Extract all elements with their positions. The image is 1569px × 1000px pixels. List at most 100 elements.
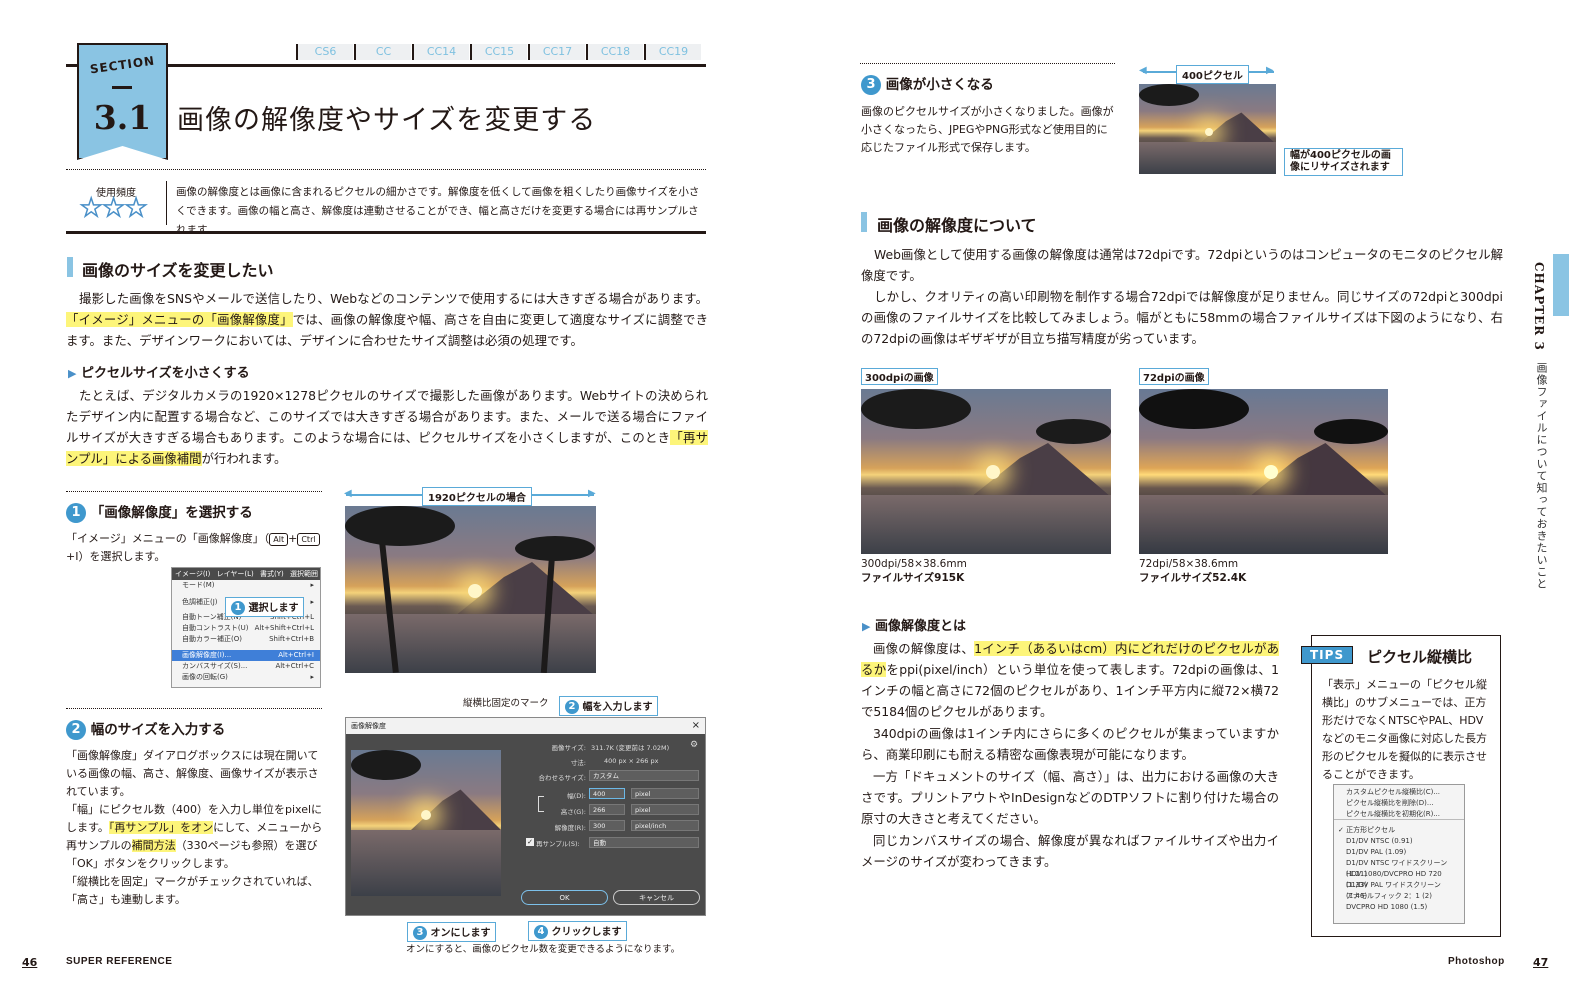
fit-to-select[interactable]: カスタム (589, 770, 699, 781)
heading-bar (861, 212, 867, 232)
row-label: 高さ(G): (560, 808, 586, 816)
menu-item: カンバスサイズ(S)... Alt+Ctrl+C (172, 661, 320, 672)
chapter-subtitle: 画像ファイルについて知っておきたいこと (1535, 362, 1548, 590)
callout-width: 2 幅を入力します (559, 696, 659, 716)
menu-item-shortcut: Alt+Shift+Ctrl+L (254, 624, 314, 632)
menu-item-shortcut: Alt+Ctrl+I (278, 651, 314, 659)
height-input[interactable]: 266 (589, 804, 625, 815)
photo-72dpi (1139, 389, 1388, 554)
text-run: + (288, 532, 298, 545)
triangle-icon: ▶ (68, 367, 77, 380)
resample-checkbox[interactable]: ✓ (526, 838, 534, 846)
text-run: 「画像解像度」ダイアログボックスには現在開いている画像の幅、高さ、解像度、画像サ… (66, 749, 319, 798)
intro-rule (66, 231, 706, 234)
version-tab: CS6 (296, 44, 353, 60)
caption-size: ファイルサイズ915K (861, 572, 965, 584)
row-label: 寸法: (570, 759, 586, 767)
width-unit-select[interactable]: pixel (631, 788, 699, 799)
arrow-right-icon: ▶ (1266, 65, 1274, 76)
callout-text: オンにします (430, 928, 491, 939)
image-caption: 72dpi/58×38.6mm ファイルサイズ52.4K (1139, 557, 1246, 585)
version-tab: CC19 (644, 44, 701, 60)
version-tab: CC (354, 44, 411, 60)
resolution-unit-select[interactable]: pixel/inch (631, 820, 699, 831)
photo-label: 400ピクセル (1176, 65, 1249, 84)
step-text: 画像のピクセルサイズが小さくなりました。画像が小さくなったら、JPEGやPNG形… (861, 105, 1114, 154)
menu-item-label: 画像解像度(I)... (182, 651, 232, 659)
text-run: が行われます。 (201, 451, 287, 466)
page-number-right: 47 (1533, 956, 1549, 969)
heading-bar (67, 257, 73, 277)
callout-text: クリックします (551, 927, 622, 938)
menu-item: 自動コントラスト(U) Alt+Shift+Ctrl+L (172, 623, 320, 634)
text-run: 画像の解像度は、 (873, 641, 975, 656)
resample-select[interactable]: 自動 (589, 837, 699, 848)
paragraph: 画像の解像度は、1インチ（あるいはcm）内にどれだけのピクセルがあるかをppi(… (861, 638, 1280, 722)
menu-item-label: 自動カラー補正(O) (182, 635, 242, 643)
paragraph: 撮影した画像をSNSやメールで送信したり、Webなどのコンテンツで使用するには大… (66, 288, 708, 351)
ok-button[interactable]: OK (521, 890, 608, 905)
resolution-input[interactable]: 300 (589, 820, 625, 831)
menu-item: D1/DV PAL ワイドスクリーン (1.46) (1346, 881, 1441, 900)
paragraph: Web画像として使用する画像の解像度は通常は72dpiです。72dpiというのは… (861, 247, 1503, 283)
gear-icon[interactable]: ⚙ (690, 740, 698, 750)
menu-item-shortcut: Shift+Ctrl+B (269, 635, 314, 643)
close-icon[interactable]: × (692, 718, 700, 734)
section-heading: 画像のサイズを変更したい (82, 261, 274, 280)
paragraph: 同じカンバスサイズの場合、解像度が異なればファイルサイズや出力イメージのサイズが… (861, 833, 1279, 869)
menu-item-label: 自動コントラスト(U) (182, 624, 249, 632)
frequency-stars: ★★★ (79, 192, 148, 223)
step-number: 2 (66, 720, 86, 740)
callout-select: 1 選択します (225, 597, 305, 617)
callout-number: 2 (565, 700, 579, 714)
height-unit-select[interactable]: pixel (631, 804, 699, 815)
arrow-right-icon: ▶ (588, 488, 596, 499)
text-run: 「イメージ」メニューの「画像解像度」（ (66, 532, 270, 545)
cancel-button[interactable]: キャンセル (613, 890, 700, 905)
highlight: 「再サンプル」をオン (108, 821, 214, 834)
caption-line: 300dpi/58×38.6mm (861, 558, 967, 570)
chapter-label: CHAPTER 3 (1532, 262, 1546, 351)
caption-size: ファイルサイズ52.4K (1139, 572, 1247, 584)
paragraph: しかし、クオリティの高い印刷物を制作する場合72dpiでは解像度が足りません。同… (861, 289, 1503, 346)
menu-item: アナモルフィック 2：1 (2) (1346, 892, 1432, 900)
version-tab: CC15 (470, 44, 527, 60)
step-heading: 3 画像が小さくなる (861, 73, 994, 95)
paragraph: 340dpiの画像は1インチ内にさらに多くのピクセルが集まっていますから、商業印… (861, 726, 1279, 762)
arrow-left-icon: ◀ (344, 488, 352, 499)
menu-item: HDV 1080/DVCPRO HD 720 (1.33) (1346, 870, 1442, 889)
menu-item: 自動カラー補正(O) Shift+Ctrl+B (172, 634, 320, 645)
menu-item-shortcut: ▸ (310, 581, 314, 589)
dialog-row: 合わせるサイズ: (506, 772, 587, 782)
header-rule-left (66, 64, 78, 67)
menu-item: D1/DV NTSC ワイドスクリーン (1.21) (1346, 859, 1448, 878)
tips-badge: TIPS (1301, 646, 1354, 664)
subheading: ▶ 画像解像度とは (862, 615, 966, 634)
row-label: 幅(D): (567, 792, 586, 800)
chapter-tab (1553, 254, 1569, 316)
menu-bar: イメージ(I) レイヤー(L) 書式(Y) 選択範囲 (172, 568, 320, 580)
version-tab: CC18 (586, 44, 643, 60)
image-label: 300dpiの画像 (861, 368, 938, 385)
intro-divider (166, 181, 167, 225)
triangle-icon: ▶ (862, 620, 871, 633)
menu-item: D1/DV PAL (1.09) (1346, 848, 1407, 856)
callout-click: 4 クリックします (528, 921, 628, 941)
tips-text: 「表示」メニューの「ピクセル縦横比」のサブメニューでは、正方形だけでなくNTSC… (1322, 678, 1487, 781)
paragraph: たとえば、デジタルカメラの1920×1278ピクセルのサイズで撮影した画像があり… (66, 385, 708, 469)
page-title: 画像の解像度やサイズを変更する (177, 105, 597, 136)
callout-text: 幅を入力します (582, 702, 653, 713)
menu-item: ピクセル縦横比を初期化(R)... (1334, 809, 1464, 820)
text-run: +I）を選択します。 (66, 550, 166, 563)
link-aspect-icon[interactable] (538, 796, 544, 812)
version-tab: CC17 (528, 44, 585, 60)
row-label: 画像サイズ: (551, 744, 587, 752)
width-input[interactable]: 400 (589, 788, 625, 799)
header-rule (168, 64, 706, 67)
ctrl-key: Ctrl (297, 533, 320, 546)
version-tab: CC14 (412, 44, 469, 60)
step-text: 「画像解像度」ダイアログボックスには現在開いている画像の幅、高さ、解像度、画像サ… (66, 747, 324, 909)
menu-item-shortcut: ▸ (310, 673, 314, 681)
menu-item: ピクセル縦横比を削除(D)... (1346, 799, 1434, 807)
small-sunset-photo (1139, 84, 1276, 174)
